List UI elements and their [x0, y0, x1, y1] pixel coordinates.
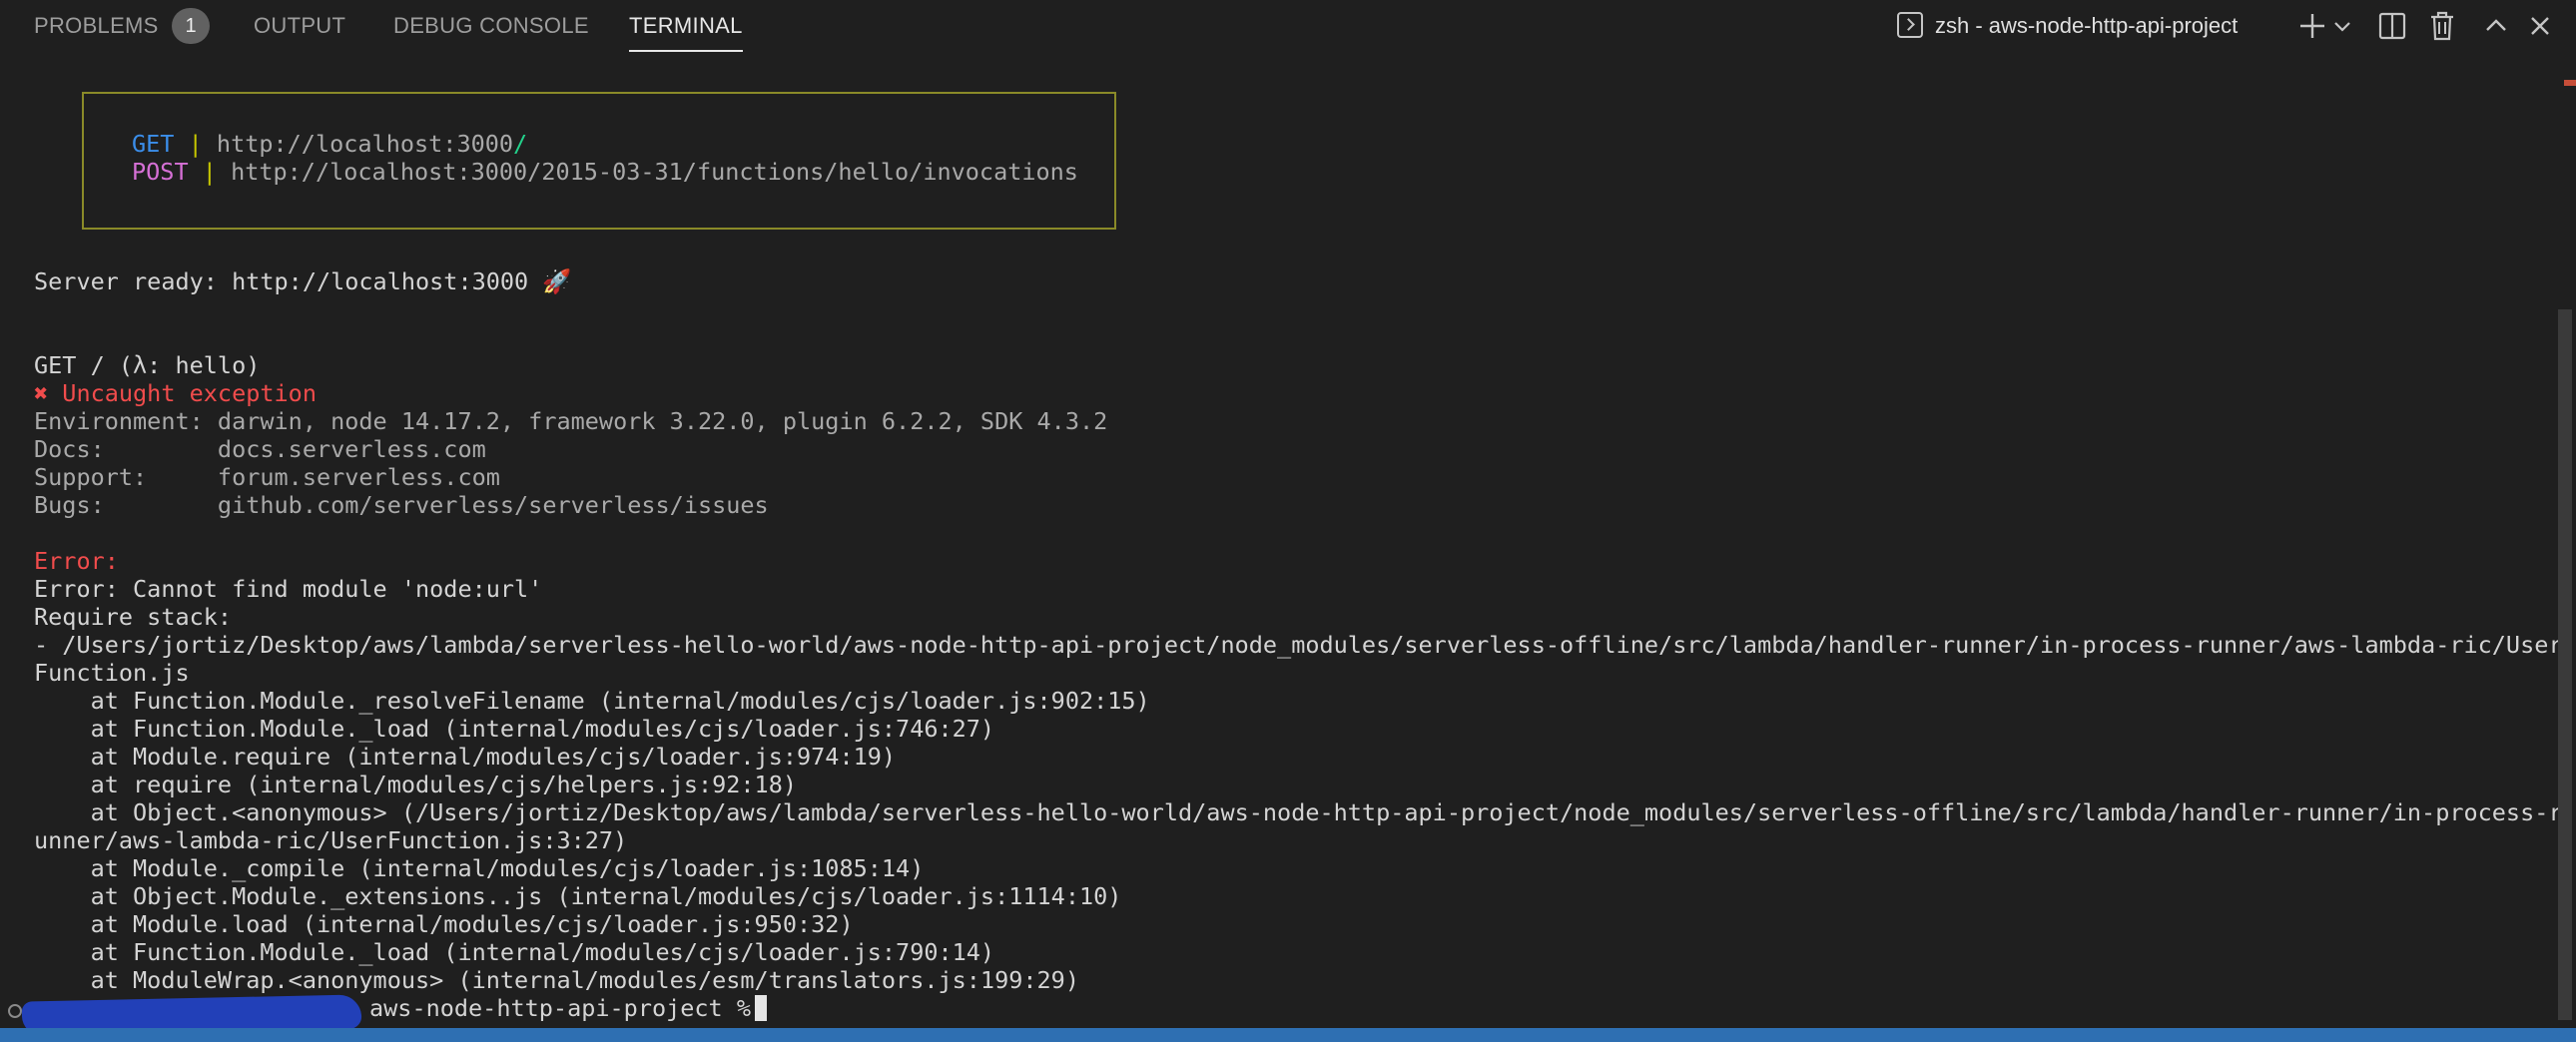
- terminal-output[interactable]: GET | http://localhost:3000/ POST | http…: [0, 52, 2563, 1028]
- tab-terminal[interactable]: TERMINAL: [629, 10, 743, 52]
- require-stack-label: Require stack:: [34, 603, 233, 631]
- chevron-down-icon[interactable]: [2330, 8, 2354, 44]
- route-post-method: POST: [132, 158, 189, 186]
- stack-trace-line: at Function.Module._load (internal/modul…: [34, 938, 995, 966]
- terminal-cursor: [755, 994, 768, 1021]
- stack-trace-line: at Module.require (internal/modules/cjs/…: [34, 743, 897, 771]
- environment-line: Environment: darwin, node 14.17.2, frame…: [34, 407, 1108, 435]
- stack-trace-line: at Object.<anonymous> (/Users/jortiz/Des…: [34, 798, 2563, 826]
- tab-problems[interactable]: PROBLEMS: [34, 10, 159, 42]
- route-separator: |: [202, 158, 217, 186]
- scrollbar-error-marker: [2564, 80, 2576, 86]
- prompt-text: aws-node-http-api-project %: [369, 994, 752, 1022]
- route-post-url: http://localhost:3000/2015-03-31/functio…: [231, 158, 1078, 186]
- terminal-scrollbar-thumb[interactable]: [2558, 309, 2572, 1020]
- route-separator: |: [188, 130, 203, 158]
- chevron-up-icon[interactable]: [2480, 8, 2512, 44]
- route-get-method: GET: [132, 130, 175, 158]
- route-get: GET | http://localhost:3000/: [132, 130, 527, 158]
- server-ready-line: Server ready: http://localhost:3000 🚀: [34, 267, 572, 295]
- close-icon[interactable]: [2524, 8, 2556, 44]
- docs-line: Docs: docs.serverless.com: [34, 435, 486, 463]
- route-get-slash: /: [513, 130, 528, 158]
- trash-icon[interactable]: [2426, 8, 2458, 44]
- support-line: Support: forum.serverless.com: [34, 463, 500, 491]
- panel-tab-bar: PROBLEMS 1 OUTPUT DEBUG CONSOLE TERMINAL…: [0, 0, 2576, 52]
- error-label: Error:: [34, 547, 119, 575]
- terminal-name: zsh - aws-node-http-api-project: [1935, 13, 2239, 38]
- status-bar: [0, 1028, 2576, 1042]
- stack-trace-line: at Function.Module._resolveFilename (int…: [34, 687, 1150, 715]
- bugs-line: Bugs: github.com/serverless/serverless/i…: [34, 491, 769, 519]
- problems-count-badge: 1: [172, 8, 210, 44]
- stack-trace-line: unner/aws-lambda-ric/UserFunction.js:3:2…: [34, 826, 628, 854]
- terminal-icon: [1897, 12, 1923, 39]
- stack-trace-line: at Function.Module._load (internal/modul…: [34, 715, 995, 743]
- split-icon[interactable]: [2376, 8, 2408, 44]
- uncaught-exception-line: ✖ Uncaught exception: [34, 379, 317, 407]
- stack-trace-line: at Module._compile (internal/modules/cjs…: [34, 854, 925, 882]
- stack-trace-line: at Module.load (internal/modules/cjs/loa…: [34, 910, 854, 938]
- prompt-line[interactable]: aws-node-http-api-project %: [369, 994, 768, 1022]
- command-decoration-icon[interactable]: [8, 1004, 22, 1018]
- stack-trace-line: at require (internal/modules/cjs/helpers…: [34, 771, 798, 798]
- terminal-selector[interactable]: zsh - aws-node-http-api-project: [1897, 8, 2238, 44]
- route-post: POST | http://localhost:3000/2015-03-31/…: [132, 158, 1078, 186]
- request-line: GET / (λ: hello): [34, 351, 261, 379]
- tab-output[interactable]: OUTPUT: [254, 10, 345, 42]
- plus-icon[interactable]: [2296, 8, 2328, 44]
- error-message: Error: Cannot find module 'node:url': [34, 575, 543, 603]
- stack-trace-line: at ModuleWrap.<anonymous> (internal/modu…: [34, 966, 1079, 994]
- stack-path-line: Function.js: [34, 659, 190, 687]
- tab-debug-console[interactable]: DEBUG CONSOLE: [393, 10, 589, 42]
- route-get-url: http://localhost:3000: [216, 130, 514, 158]
- stack-path-line: - /Users/jortiz/Desktop/aws/lambda/serve…: [34, 631, 2563, 659]
- stack-trace-line: at Object.Module._extensions..js (intern…: [34, 882, 1122, 910]
